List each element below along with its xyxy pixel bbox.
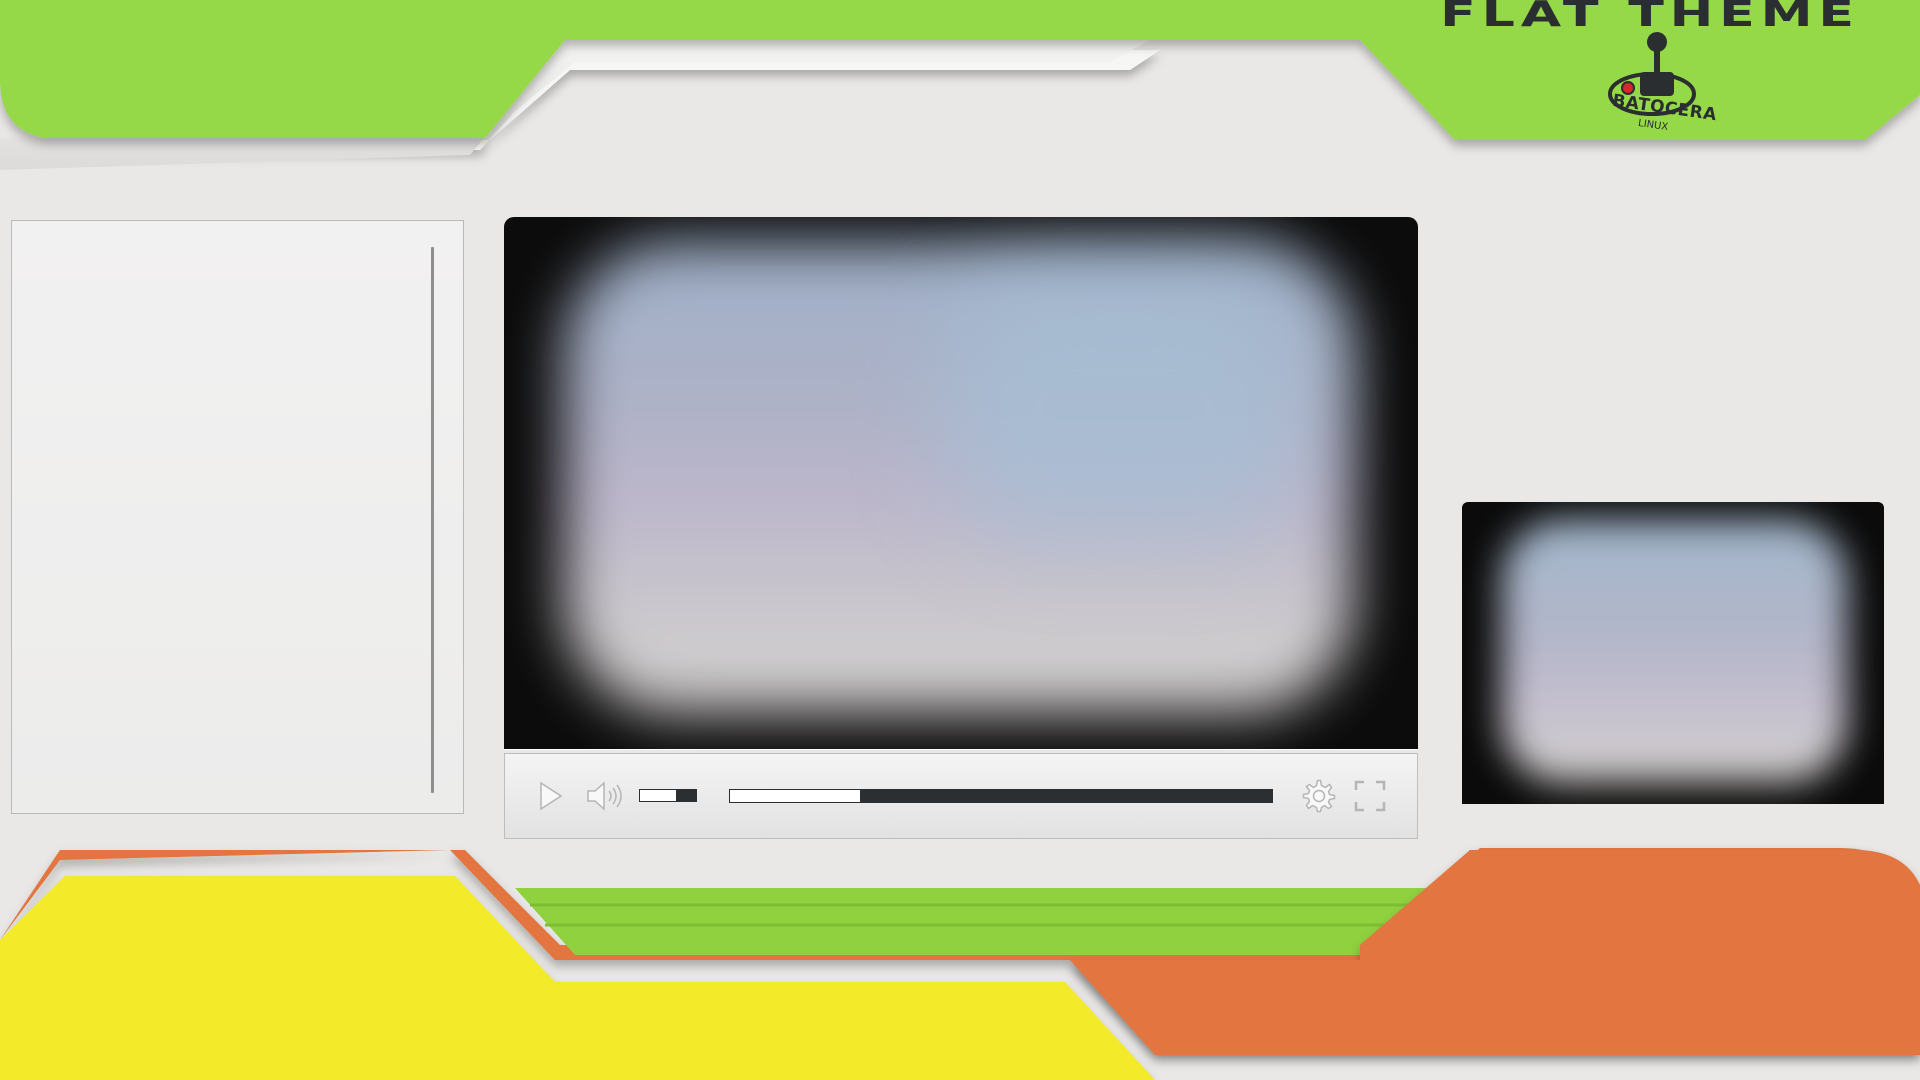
volume-slider[interactable] xyxy=(639,789,697,802)
volume-fill xyxy=(640,790,677,801)
progress-bar[interactable] xyxy=(729,789,1273,803)
video-static-highlight xyxy=(944,277,1304,537)
batocera-logo: BATOCERA LINUX xyxy=(1590,30,1718,140)
footer-green-stripes xyxy=(515,888,1430,955)
volume-icon[interactable] xyxy=(585,779,625,813)
play-icon[interactable] xyxy=(533,779,567,813)
fullscreen-icon[interactable] xyxy=(1353,779,1387,813)
video-preview xyxy=(504,217,1418,749)
game-list-panel[interactable] xyxy=(11,220,464,814)
video-controls xyxy=(504,753,1418,839)
screenshot-preview xyxy=(1462,502,1884,804)
game-list-scrollbar[interactable] xyxy=(431,247,434,793)
settings-gear-icon[interactable] xyxy=(1302,779,1336,813)
batocera-screen: FLAT THEME BATOCERA LINUX xyxy=(0,0,1920,1080)
screenshot-static-glow xyxy=(1502,520,1847,782)
progress-fill xyxy=(730,790,861,802)
